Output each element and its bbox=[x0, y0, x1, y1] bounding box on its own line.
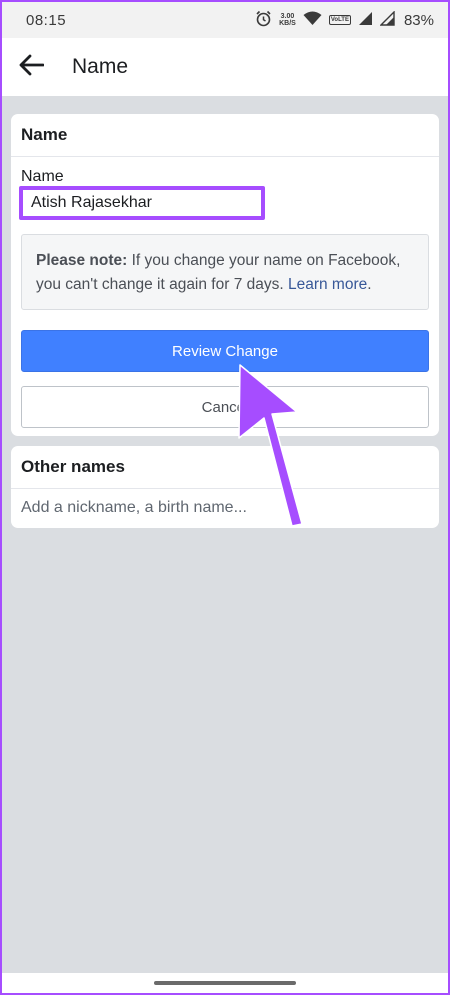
status-time: 08:15 bbox=[26, 11, 67, 29]
note-end: . bbox=[367, 276, 372, 293]
learn-more-link[interactable]: Learn more bbox=[288, 276, 367, 293]
signal-icon bbox=[358, 11, 373, 30]
battery-level: 83% bbox=[403, 11, 434, 29]
other-names-card: Other names Add a nickname, a birth name… bbox=[11, 446, 439, 528]
status-icons: 3.00 KB/S VoLTE 83% bbox=[255, 9, 434, 31]
volte-badge: VoLTE bbox=[328, 15, 351, 25]
name-change-note: Please note: If you change your name on … bbox=[21, 234, 429, 310]
navigation-bar bbox=[2, 973, 448, 993]
status-bar: 08:15 3.00 KB/S VoLTE 83% bbox=[2, 2, 448, 38]
screen: 08:15 3.00 KB/S VoLTE 83% Name Name Name… bbox=[2, 2, 448, 993]
speed-value: 3.00 bbox=[280, 13, 295, 20]
network-speed: 3.00 KB/S bbox=[279, 13, 296, 27]
arrow-left-icon bbox=[18, 54, 45, 81]
cancel-button[interactable]: Cancel bbox=[21, 386, 429, 428]
other-names-title: Other names bbox=[11, 446, 439, 489]
home-indicator[interactable] bbox=[154, 981, 296, 985]
name-field-label: Name bbox=[21, 168, 64, 185]
name-input[interactable] bbox=[19, 186, 265, 220]
name-card-title: Name bbox=[11, 114, 439, 157]
back-button[interactable] bbox=[16, 52, 46, 82]
name-card: Name Name Please note: If you change you… bbox=[11, 114, 439, 436]
add-other-name-row[interactable]: Add a nickname, a birth name... bbox=[11, 489, 439, 527]
signal-icon bbox=[379, 9, 395, 30]
page-title: Name bbox=[72, 55, 129, 78]
speed-unit: KB/S bbox=[279, 20, 296, 27]
review-change-button[interactable]: Review Change bbox=[21, 330, 429, 372]
note-bold: Please note: bbox=[36, 252, 128, 269]
alarm-icon bbox=[255, 10, 272, 31]
wifi-icon bbox=[303, 11, 322, 30]
app-header: Name bbox=[2, 38, 448, 96]
